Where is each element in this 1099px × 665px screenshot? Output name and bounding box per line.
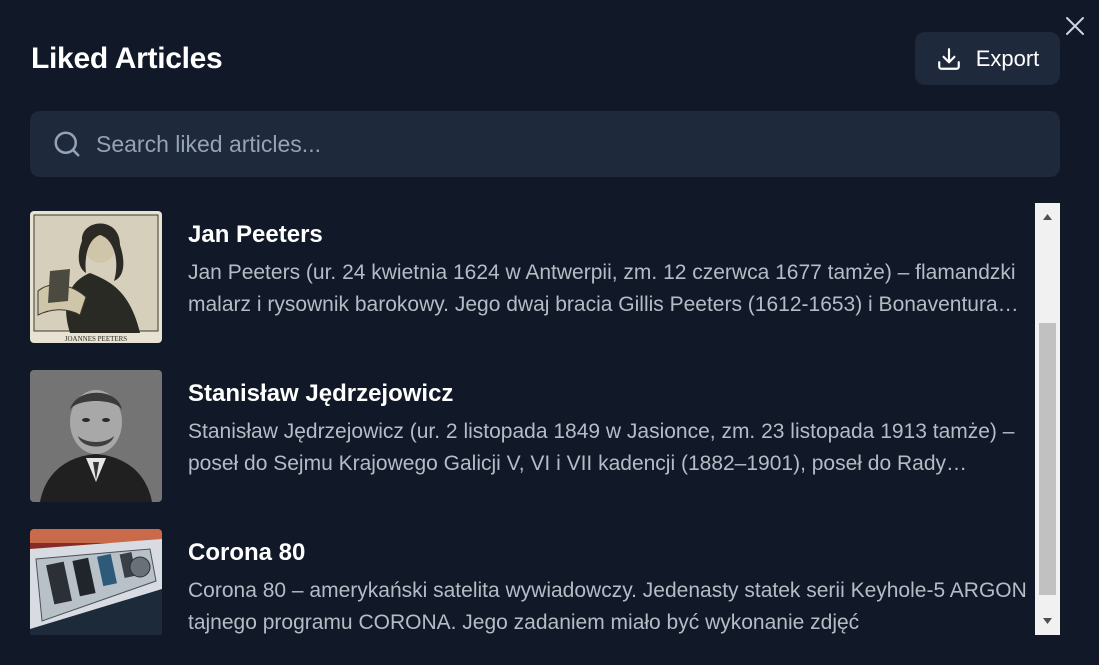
page-title: Liked Articles bbox=[31, 42, 223, 75]
export-button-label: Export bbox=[975, 45, 1040, 71]
list-item[interactable]: Corona 80 Corona 80 – amerykański sateli… bbox=[30, 521, 1030, 635]
close-icon bbox=[1066, 17, 1084, 35]
article-title: Jan Peeters bbox=[188, 221, 323, 248]
scroll-down-icon[interactable] bbox=[1042, 617, 1053, 625]
article-thumbnail bbox=[30, 529, 162, 635]
scrollbar-thumb[interactable] bbox=[1039, 323, 1056, 595]
thumbnail-caption: JOANNES PEETERS bbox=[65, 335, 128, 343]
article-title: Corona 80 bbox=[188, 539, 306, 566]
liked-articles-panel: Liked Articles Export Search liked artic… bbox=[0, 0, 1099, 665]
scroll-up-icon[interactable] bbox=[1042, 213, 1053, 221]
article-description: Corona 80 – amerykański satelita wywiado… bbox=[188, 579, 1027, 634]
list-item[interactable]: Stanisław Jędrzejowicz Stanisław Jędrzej… bbox=[30, 362, 1030, 502]
search-bar bbox=[30, 111, 1060, 177]
article-thumbnail: JOANNES PEETERS bbox=[30, 211, 162, 343]
list-scrollbar[interactable] bbox=[1035, 203, 1060, 635]
article-list: JOANNES PEETERS Jan Peeters Jan Peeters … bbox=[30, 203, 1030, 635]
search-icon bbox=[54, 131, 80, 157]
list-item[interactable]: JOANNES PEETERS Jan Peeters Jan Peeters … bbox=[30, 203, 1030, 343]
close-button[interactable] bbox=[1063, 14, 1087, 38]
download-icon bbox=[937, 47, 960, 70]
article-description: Jan Peeters (ur. 24 kwietnia 1624 w Antw… bbox=[188, 261, 1016, 316]
export-button[interactable]: Export bbox=[915, 32, 1060, 85]
search-input[interactable] bbox=[96, 111, 1036, 177]
article-description: Stanisław Jędrzejowicz (ur. 2 listopada … bbox=[188, 420, 1015, 475]
article-title: Stanisław Jędrzejowicz bbox=[188, 380, 454, 407]
article-thumbnail bbox=[30, 370, 162, 502]
